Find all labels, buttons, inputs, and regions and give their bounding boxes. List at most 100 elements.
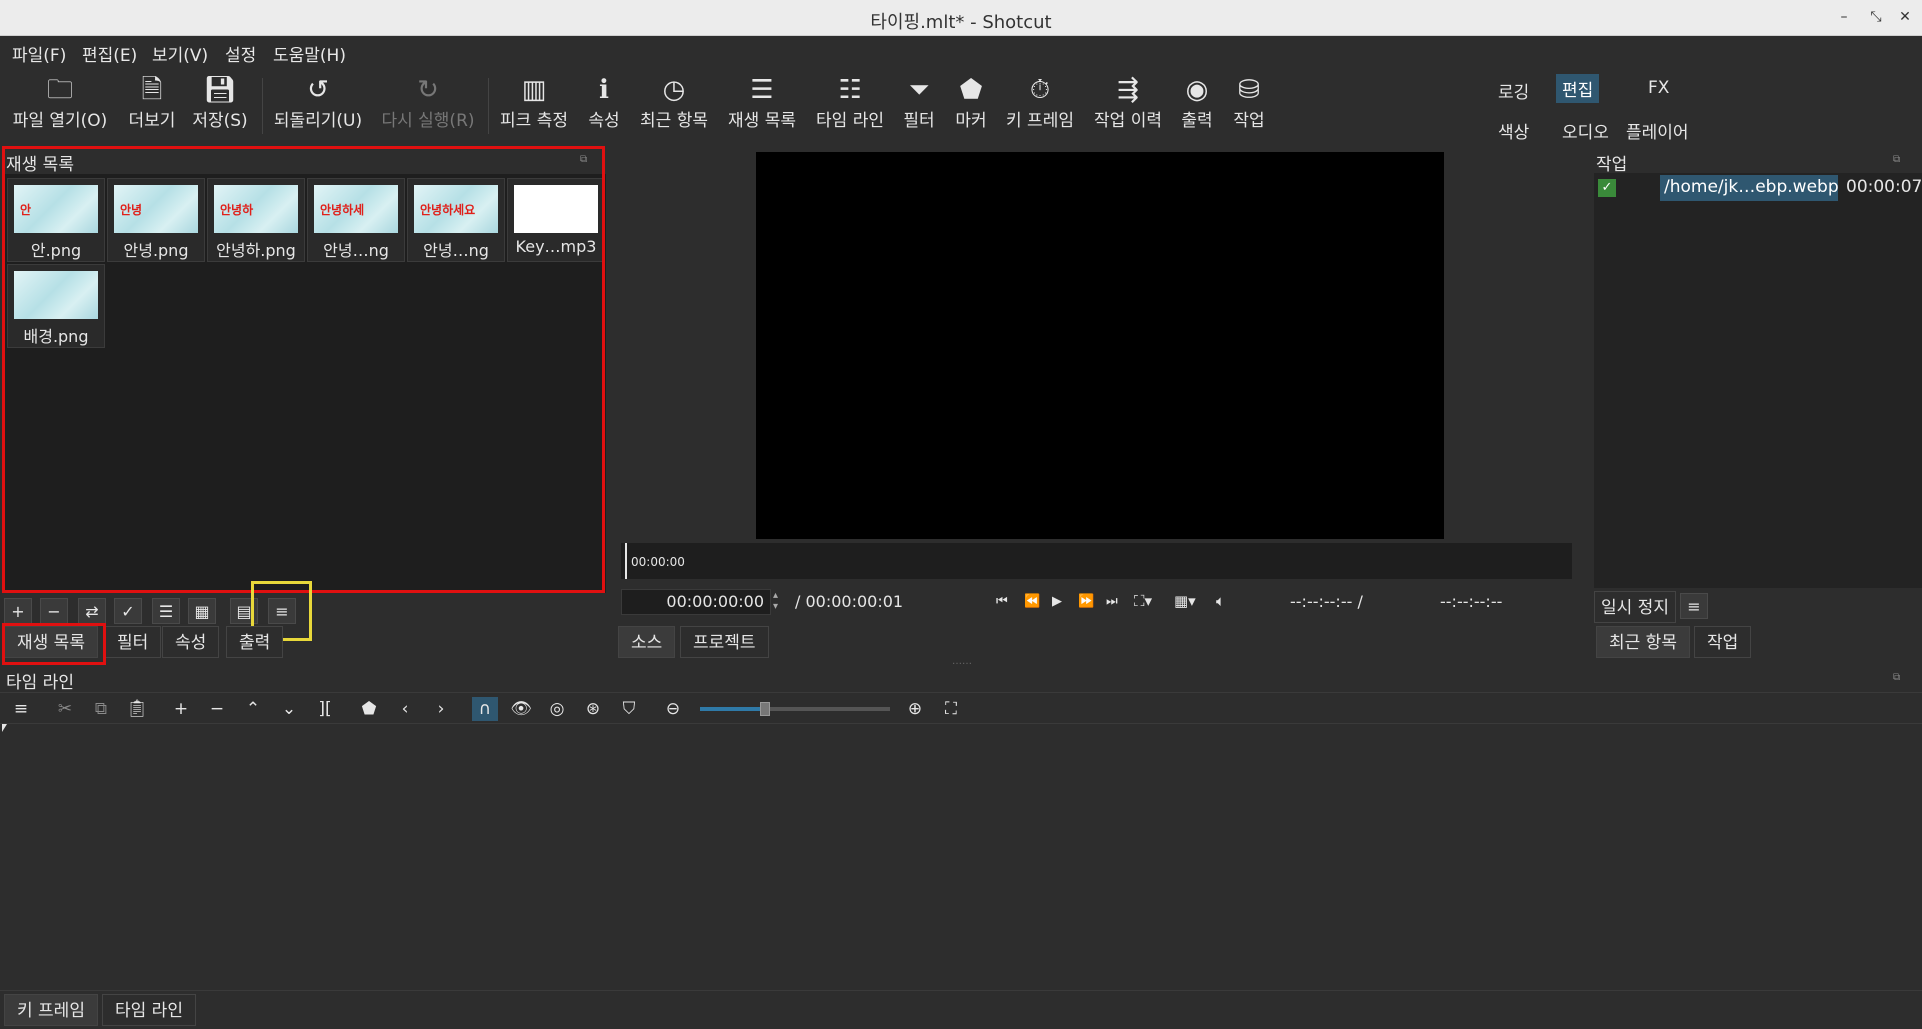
close-button[interactable]: ✕	[1893, 6, 1917, 28]
zoom-slider[interactable]	[700, 702, 890, 716]
add-icon[interactable]: +	[4, 598, 32, 624]
zoom-fit-icon[interactable]: ⛶▾	[1134, 592, 1152, 610]
undo-button[interactable]: ↺ 되돌리기(U)	[270, 74, 366, 140]
tab-source[interactable]: 소스	[618, 626, 676, 658]
layout-editing[interactable]: 편집	[1556, 74, 1600, 103]
minimize-button[interactable]: –	[1832, 6, 1856, 28]
playhead[interactable]	[625, 543, 627, 579]
timeline-tracks[interactable]	[0, 724, 1922, 990]
job-path[interactable]: /home/jk…ebp.webp	[1660, 175, 1838, 201]
menu-settings[interactable]: 설정	[225, 41, 256, 66]
history-icon: ⇶	[1117, 75, 1139, 105]
zoom-fit-icon[interactable]: ⛶	[938, 697, 964, 721]
previous-marker-icon[interactable]: ‹	[392, 697, 418, 721]
paste-icon[interactable]: 📋︎	[124, 697, 150, 721]
info-icon: ℹ	[599, 75, 609, 105]
copy-icon[interactable]: ⧉	[88, 697, 114, 721]
ripple-delete-icon[interactable]: −	[204, 697, 230, 721]
list-icon: ☰	[750, 75, 774, 105]
jobs-button[interactable]: ⛁ 작업	[1228, 74, 1270, 140]
timeline-button[interactable]: ☷ 타임 라인	[812, 74, 888, 140]
scrub-time-label: 00:00:00	[631, 555, 685, 569]
annotation-red-box	[2, 146, 605, 593]
lift-icon[interactable]: ⌃	[240, 697, 266, 721]
ripple-markers-icon[interactable]: ⛉	[616, 697, 642, 721]
layout-player[interactable]: 플레이어	[1620, 116, 1695, 145]
layout-color[interactable]: 색상	[1492, 116, 1535, 145]
tab-jobs[interactable]: 작업	[1694, 626, 1752, 658]
tab-filters[interactable]: 필터	[104, 626, 162, 658]
snap-icon[interactable]: ∩	[472, 697, 498, 721]
rewind-icon[interactable]: ⏪	[1024, 594, 1040, 609]
save-button[interactable]: 💾︎ 저장(S)	[190, 74, 250, 140]
jobs-list[interactable]: ✓ /home/jk…ebp.webp 00:00:07	[1594, 173, 1922, 588]
open-file-button[interactable]: 🗀 파일 열기(O)	[10, 74, 110, 140]
export-button[interactable]: ◉ 출력	[1176, 74, 1218, 140]
grid-icon[interactable]: ▦▾	[1174, 592, 1196, 610]
scrub-icon[interactable]: 👁︎	[508, 697, 534, 721]
tab-timeline[interactable]: 타임 라인	[102, 994, 196, 1026]
skip-previous-icon[interactable]: ⏮	[996, 594, 1008, 609]
update-icon[interactable]: ⇄	[78, 598, 106, 624]
properties-button[interactable]: ℹ 속성	[582, 74, 626, 140]
video-preview[interactable]	[756, 152, 1444, 539]
bottom-tab-bar: 키 프레임 타임 라인	[0, 990, 1922, 1029]
more-button[interactable]: 🗎 더보기	[122, 74, 182, 140]
marker-icon[interactable]: ⬟	[356, 697, 382, 721]
layout-logging[interactable]: 로깅	[1492, 76, 1535, 105]
tab-export[interactable]: 출력	[226, 626, 284, 658]
folder-icon: 🗀	[46, 75, 73, 105]
playlist-button[interactable]: ☰ 재생 목록	[724, 74, 800, 140]
play-icon[interactable]: ▶	[1052, 594, 1062, 609]
overwrite-icon[interactable]: ⌄	[276, 697, 302, 721]
menu-file[interactable]: 파일(F)	[12, 41, 66, 66]
pause-button[interactable]: 일시 정지	[1594, 591, 1676, 623]
remove-icon[interactable]: −	[40, 598, 68, 624]
details-view-icon[interactable]: ☰	[152, 598, 180, 624]
fast-forward-icon[interactable]: ⏩	[1078, 594, 1094, 609]
tiles-view-icon[interactable]: ▦	[188, 598, 216, 624]
toolbar-separator	[262, 78, 263, 134]
volume-icon[interactable]: 🔈︎	[1216, 592, 1225, 610]
zoom-out-icon[interactable]: ⊖	[660, 697, 686, 721]
current-timecode[interactable]: 00:00:00:00	[621, 589, 771, 615]
tab-keyframes[interactable]: 키 프레임	[4, 994, 98, 1026]
keyframes-button[interactable]: ⏱ 키 프레임	[1004, 74, 1076, 140]
history-button[interactable]: ⇶ 작업 이력	[1090, 74, 1166, 140]
menu-edit[interactable]: 편집(E)	[82, 41, 137, 66]
restore-button[interactable]: ⤡	[1864, 6, 1888, 28]
menu-help[interactable]: 도움말(H)	[273, 41, 346, 66]
cut-icon[interactable]: ✂	[52, 697, 78, 721]
check-icon[interactable]: ✓	[114, 598, 142, 624]
peak-meter-button[interactable]: ▥ 피크 측정	[496, 74, 572, 140]
split-icon[interactable]: ][	[312, 697, 338, 721]
tab-properties[interactable]: 속성	[162, 626, 220, 658]
filters-button[interactable]: ⏷ 필터	[898, 74, 940, 140]
append-icon[interactable]: +	[168, 697, 194, 721]
save-icon: 💾︎	[203, 75, 237, 105]
panel-float-icon[interactable]: ⧉	[1893, 672, 1900, 683]
zoom-slider-handle[interactable]	[760, 702, 770, 716]
layout-fx[interactable]: FX	[1642, 76, 1675, 100]
tab-project[interactable]: 프로젝트	[680, 626, 769, 658]
jobs-menu-button[interactable]: ≡	[1680, 593, 1708, 619]
timeline-playhead[interactable]	[2, 724, 7, 732]
ripple-all-icon[interactable]: ⊛	[580, 697, 606, 721]
next-marker-icon[interactable]: ›	[428, 697, 454, 721]
timeline-icon: ☷	[838, 75, 862, 105]
menu-view[interactable]: 보기(V)	[152, 41, 208, 66]
tab-recent[interactable]: 최근 항목	[1596, 626, 1690, 658]
skip-next-icon[interactable]: ⏭	[1106, 594, 1118, 609]
layout-audio[interactable]: 오디오	[1556, 116, 1615, 145]
scrubber[interactable]: 00:00:00	[621, 543, 1572, 579]
timeline-menu-icon[interactable]: ≡	[8, 697, 34, 721]
redo-button[interactable]: ↻ 다시 실행(R)	[378, 74, 478, 140]
disc-icon: ◉	[1185, 75, 1209, 105]
markers-button[interactable]: ⬟ 마커	[950, 74, 992, 140]
zoom-in-icon[interactable]: ⊕	[902, 697, 928, 721]
panel-float-icon[interactable]: ⧉	[1893, 154, 1900, 165]
ripple-icon[interactable]: ◎	[544, 697, 570, 721]
recent-button[interactable]: ◷ 최근 항목	[636, 74, 712, 140]
timecode-spinner[interactable]: ▴ ▾	[773, 590, 778, 612]
splitter-handle[interactable]: ……	[952, 656, 972, 667]
